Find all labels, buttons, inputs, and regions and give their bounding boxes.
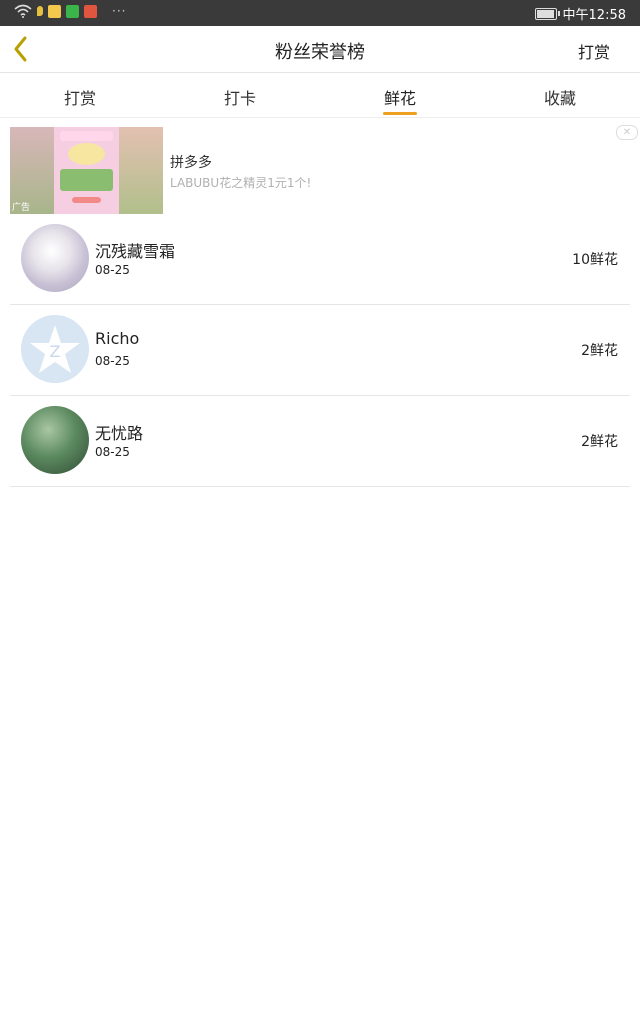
- date: 08-25: [95, 354, 130, 368]
- status-bar: ··· 中午12:58: [0, 0, 640, 26]
- tab-reward[interactable]: 打赏: [0, 73, 160, 117]
- tab-flowers[interactable]: 鲜花: [320, 73, 480, 117]
- ad-image[interactable]: 广告: [10, 127, 163, 214]
- user-name: 无忧路: [95, 424, 144, 443]
- avatar: [21, 224, 89, 292]
- list-item[interactable]: 无忧路 08-25 2鲜花: [10, 396, 630, 487]
- tab-bar: 打赏 打卡 鲜花 收藏: [0, 73, 640, 118]
- user-name: Richo: [95, 329, 140, 348]
- page-title: 粉丝荣誉榜: [275, 42, 365, 63]
- tab-favorites[interactable]: 收藏: [480, 73, 640, 117]
- game-app-icon: [84, 4, 97, 18]
- ad-tag: 广告: [12, 203, 31, 213]
- wifi-icon: [14, 4, 32, 18]
- user-name: 沉残藏雪霜: [95, 242, 176, 261]
- date: 08-25: [95, 445, 130, 459]
- reward-button[interactable]: 打赏: [578, 39, 610, 63]
- header: 粉丝荣誉榜 打赏: [0, 26, 640, 73]
- list-item[interactable]: Z Richo 08-25 2鲜花: [10, 305, 630, 396]
- close-ad-icon[interactable]: ✕: [616, 125, 638, 140]
- wechat-app-icon: [66, 4, 79, 18]
- status-icons: ···: [14, 4, 126, 18]
- avatar: [21, 406, 89, 474]
- flower-count: 2鲜花: [581, 434, 618, 450]
- tab-checkin[interactable]: 打卡: [160, 73, 320, 117]
- status-time: 中午12:58: [562, 8, 626, 23]
- ad-banner[interactable]: 广告 拼多多 LABUBU花之精灵1元1个! ✕: [10, 125, 640, 215]
- flower-count: 10鲜花: [572, 252, 618, 268]
- qq-default-avatar-icon: Z: [30, 325, 80, 373]
- more-notifications: ···: [112, 4, 127, 18]
- svg-text:Z: Z: [50, 342, 61, 361]
- fan-list: 沉残藏雪霜 08-25 10鲜花 Z Richo 08-25 2鲜花 无忧路 0…: [10, 214, 630, 487]
- location-icon: [37, 6, 43, 16]
- avatar: Z: [21, 315, 89, 383]
- notification-app-icon: [48, 4, 61, 18]
- active-tab-indicator: [383, 112, 417, 115]
- battery-icon: [534, 7, 560, 20]
- flower-count: 2鲜花: [581, 343, 618, 359]
- ad-description: LABUBU花之精灵1元1个!: [170, 176, 312, 190]
- ad-title: 拼多多: [170, 155, 212, 171]
- list-item[interactable]: 沉残藏雪霜 08-25 10鲜花: [10, 214, 630, 305]
- date: 08-25: [95, 263, 130, 277]
